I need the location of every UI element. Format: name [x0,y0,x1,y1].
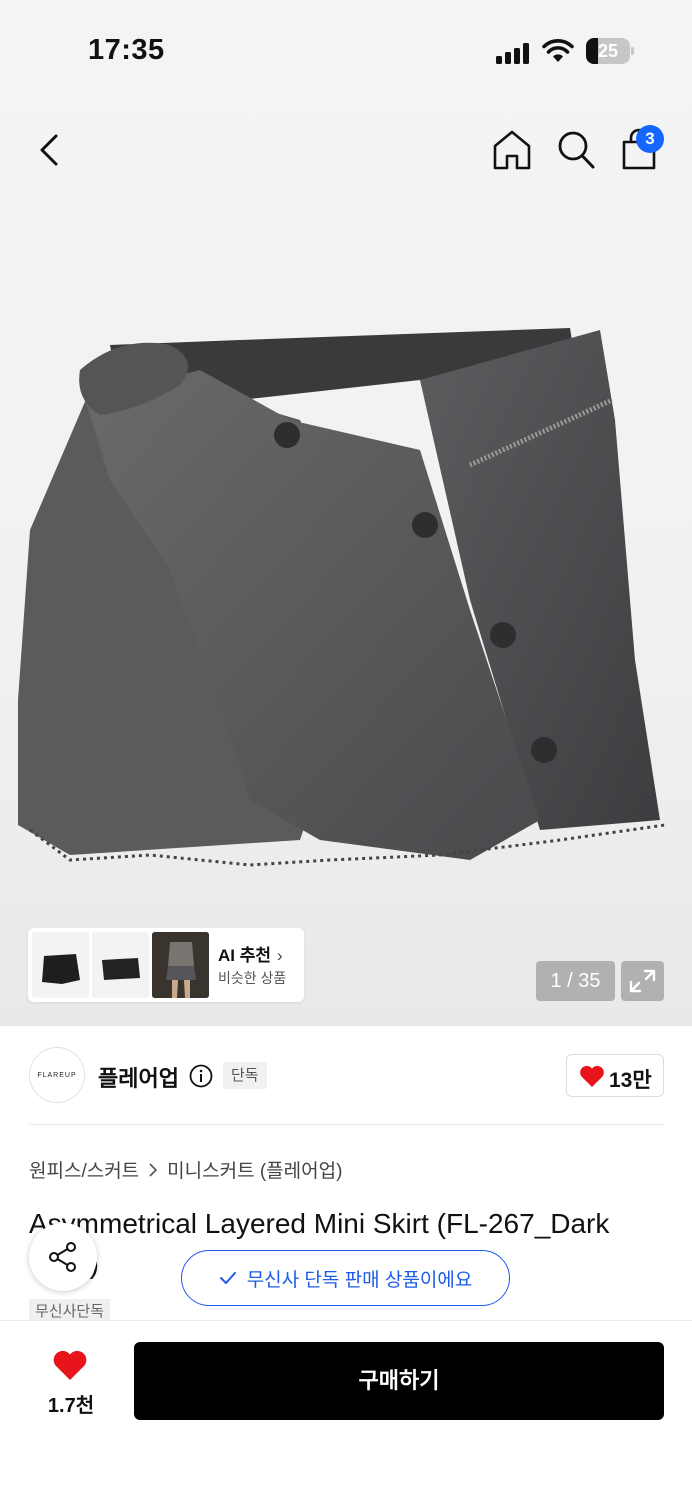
wifi-icon [542,39,574,62]
cart-count-badge: 3 [636,125,664,153]
status-bar: 17:35 25 [0,0,692,100]
info-icon[interactable] [189,1064,213,1088]
share-icon [49,1242,76,1272]
check-icon [219,1272,236,1284]
breadcrumb-subcategory[interactable]: 미니스커트 (플레어업) [167,1156,342,1183]
brand-like-button[interactable]: 13만 [566,1054,664,1097]
favorite-button[interactable]: 1.7천 [26,1345,116,1425]
chevron-right-icon: › [277,946,283,965]
exclusive-badge: 단독 [223,1062,267,1089]
bottom-action-bar: 1.7천 구매하기 [0,1320,692,1500]
heart-icon [580,1065,604,1087]
exclusive-toast: 무신사 단독 판매 상품이에요 [181,1250,510,1306]
heart-icon [53,1350,87,1380]
product-photo[interactable] [0,300,692,920]
share-button[interactable] [29,1223,97,1291]
battery-level: 25 [597,41,619,61]
recommend-thumb-3[interactable] [152,932,209,998]
breadcrumb-category[interactable]: 원피스/스커트 [29,1156,139,1183]
search-icon[interactable] [554,128,598,172]
chevron-right-icon [149,1162,158,1177]
back-arrow-icon[interactable] [30,128,70,172]
image-counter: 1 / 35 [536,961,615,1001]
expand-button[interactable] [621,961,664,1001]
home-icon[interactable] [490,128,534,172]
favorite-count: 1.7천 [47,1395,95,1417]
cellular-signal-icon [496,42,532,64]
status-time: 17:35 [88,34,165,66]
brand-name[interactable]: 플레어업 [98,1061,179,1093]
recommend-thumb-1[interactable] [32,932,89,998]
toast-text: 무신사 단독 판매 상품이에요 [246,1269,473,1291]
recommend-thumb-2[interactable] [92,932,149,998]
brand-logo[interactable]: FLAREUP [29,1047,85,1103]
expand-icon [629,969,656,993]
ai-recommend-subtitle: 비슷한 상품 [218,970,287,986]
ai-recommend-panel[interactable]: AI 추천 › 비슷한 상품 [28,928,304,1002]
ai-recommend-title: AI 추천 › [218,946,283,965]
battery-icon: 25 [586,38,634,64]
divider [29,1124,664,1125]
breadcrumb: 원피스/스커트 미니스커트 (플레어업) [29,1156,342,1183]
brand-like-count: 13만 [609,1069,652,1092]
product-gallery[interactable]: 17:35 25 3 AI 추천 › 비슷한 상품 1 / 35 [0,0,692,1026]
buy-button[interactable]: 구매하기 [134,1342,664,1420]
